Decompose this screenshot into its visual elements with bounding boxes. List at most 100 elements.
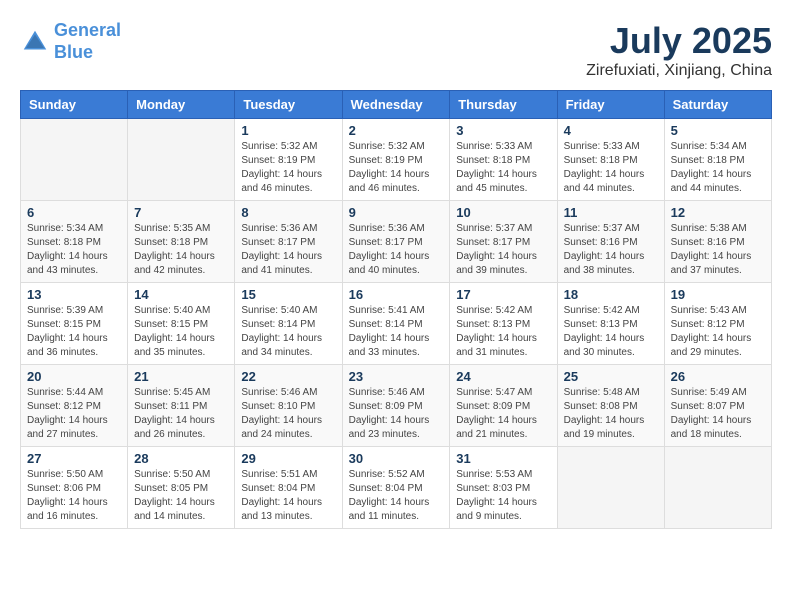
day-content: Sunrise: 5:43 AM Sunset: 8:12 PM Dayligh… [671,304,765,360]
day-number: 10 [456,205,550,220]
calendar-cell: 5Sunrise: 5:34 AM Sunset: 8:18 PM Daylig… [664,119,771,201]
day-content: Sunrise: 5:36 AM Sunset: 8:17 PM Dayligh… [241,222,335,278]
day-number: 4 [564,123,658,138]
day-content: Sunrise: 5:46 AM Sunset: 8:10 PM Dayligh… [241,386,335,442]
calendar-cell: 20 Sunrise: 5:44 AM Sunset: 8:12 PM Dayli… [21,365,128,447]
day-content: Sunrise: 5:37 AM Sunset: 8:17 PM Dayligh… [456,222,550,278]
logo: General Blue [20,20,121,63]
day-content: Sunrise: 5:44 AM Sunset: 8:12 PM Dayligh… [27,386,121,442]
day-content: Sunrise: 5:32 AM Sunset: 8:19 PM Dayligh… [241,140,335,196]
day-number: 30 [349,451,444,466]
day-content: Sunrise: 5:36 AM Sunset: 8:17 PM Dayligh… [349,222,444,278]
calendar-cell: 29Sunrise: 5:51 AM Sunset: 8:04 PM Dayli… [235,447,342,529]
calendar-table: SundayMondayTuesdayWednesdayThursdayFrid… [20,90,772,529]
day-number: 5 [671,123,765,138]
calendar-cell: 7Sunrise: 5:35 AM Sunset: 8:18 PM Daylig… [128,201,235,283]
day-content: Sunrise: 5:42 AM Sunset: 8:13 PM Dayligh… [564,304,658,360]
day-number: 26 [671,369,765,384]
calendar-cell: 9Sunrise: 5:36 AM Sunset: 8:17 PM Daylig… [342,201,450,283]
calendar-cell: 15 Sunrise: 5:40 AM Sunset: 8:14 PM Dayli… [235,283,342,365]
calendar-week-row: 1 Sunrise: 5:32 AM Sunset: 8:19 PM Daylig… [21,119,772,201]
day-number: 11 [564,205,658,220]
calendar-cell [21,119,128,201]
month-title: July 2025 [586,20,772,62]
calendar-cell [557,447,664,529]
calendar-week-row: 27 Sunrise: 5:50 AM Sunset: 8:06 PM Dayli… [21,447,772,529]
day-number: 17 [456,287,550,302]
day-number: 21 [134,369,228,384]
day-content: Sunrise: 5:32 AM Sunset: 8:19 PM Dayligh… [349,140,444,196]
day-number: 23 [349,369,444,384]
calendar-cell: 22Sunrise: 5:46 AM Sunset: 8:10 PM Dayli… [235,365,342,447]
calendar-cell: 25 Sunrise: 5:48 AM Sunset: 8:08 PM Dayli… [557,365,664,447]
calendar-cell [664,447,771,529]
calendar-cell: 18 Sunrise: 5:42 AM Sunset: 8:13 PM Dayli… [557,283,664,365]
day-number: 15 [241,287,335,302]
day-header-friday: Friday [557,91,664,119]
day-content: Sunrise: 5:48 AM Sunset: 8:08 PM Dayligh… [564,386,658,442]
logo-icon [20,27,50,57]
day-number: 18 [564,287,658,302]
day-header-saturday: Saturday [664,91,771,119]
calendar-cell: 6 Sunrise: 5:34 AM Sunset: 8:18 PM Daylig… [21,201,128,283]
page-header: General Blue July 2025 Zirefuxiati, Xinj… [20,20,772,80]
day-number: 25 [564,369,658,384]
day-content: Sunrise: 5:33 AM Sunset: 8:18 PM Dayligh… [456,140,550,196]
calendar-cell: 26 Sunrise: 5:49 AM Sunset: 8:07 PM Dayli… [664,365,771,447]
day-content: Sunrise: 5:40 AM Sunset: 8:15 PM Dayligh… [134,304,228,360]
day-content: Sunrise: 5:47 AM Sunset: 8:09 PM Dayligh… [456,386,550,442]
day-content: Sunrise: 5:40 AM Sunset: 8:14 PM Dayligh… [241,304,335,360]
location: Zirefuxiati, Xinjiang, China [586,62,772,80]
calendar-cell: 27 Sunrise: 5:50 AM Sunset: 8:06 PM Dayli… [21,447,128,529]
calendar-cell: 14 Sunrise: 5:40 AM Sunset: 8:15 PM Dayli… [128,283,235,365]
day-number: 1 [241,123,335,138]
day-number: 12 [671,205,765,220]
day-content: Sunrise: 5:37 AM Sunset: 8:16 PM Dayligh… [564,222,658,278]
calendar-cell: 10 Sunrise: 5:37 AM Sunset: 8:17 PM Dayli… [450,201,557,283]
day-content: Sunrise: 5:33 AM Sunset: 8:18 PM Dayligh… [564,140,658,196]
day-number: 6 [27,205,121,220]
day-header-sunday: Sunday [21,91,128,119]
day-content: Sunrise: 5:50 AM Sunset: 8:06 PM Dayligh… [27,468,121,524]
calendar-cell: 23 Sunrise: 5:46 AM Sunset: 8:09 PM Dayli… [342,365,450,447]
day-content: Sunrise: 5:51 AM Sunset: 8:04 PM Dayligh… [241,468,335,524]
day-number: 20 [27,369,121,384]
calendar-cell: 13Sunrise: 5:39 AM Sunset: 8:15 PM Dayli… [21,283,128,365]
calendar-cell: 17 Sunrise: 5:42 AM Sunset: 8:13 PM Dayli… [450,283,557,365]
day-content: Sunrise: 5:42 AM Sunset: 8:13 PM Dayligh… [456,304,550,360]
day-content: Sunrise: 5:45 AM Sunset: 8:11 PM Dayligh… [134,386,228,442]
calendar-week-row: 20 Sunrise: 5:44 AM Sunset: 8:12 PM Dayli… [21,365,772,447]
calendar-cell: 4 Sunrise: 5:33 AM Sunset: 8:18 PM Daylig… [557,119,664,201]
calendar-cell: 3 Sunrise: 5:33 AM Sunset: 8:18 PM Daylig… [450,119,557,201]
calendar-cell: 12 Sunrise: 5:38 AM Sunset: 8:16 PM Dayli… [664,201,771,283]
day-content: Sunrise: 5:50 AM Sunset: 8:05 PM Dayligh… [134,468,228,524]
calendar-week-row: 13Sunrise: 5:39 AM Sunset: 8:15 PM Dayli… [21,283,772,365]
day-number: 14 [134,287,228,302]
day-number: 8 [241,205,335,220]
day-content: Sunrise: 5:38 AM Sunset: 8:16 PM Dayligh… [671,222,765,278]
calendar-cell: 28Sunrise: 5:50 AM Sunset: 8:05 PM Dayli… [128,447,235,529]
day-header-tuesday: Tuesday [235,91,342,119]
title-block: July 2025 Zirefuxiati, Xinjiang, China [586,20,772,80]
day-content: Sunrise: 5:35 AM Sunset: 8:18 PM Dayligh… [134,222,228,278]
day-content: Sunrise: 5:53 AM Sunset: 8:03 PM Dayligh… [456,468,550,524]
day-number: 13 [27,287,121,302]
day-content: Sunrise: 5:46 AM Sunset: 8:09 PM Dayligh… [349,386,444,442]
day-number: 3 [456,123,550,138]
day-content: Sunrise: 5:34 AM Sunset: 8:18 PM Dayligh… [27,222,121,278]
day-header-wednesday: Wednesday [342,91,450,119]
logo-text: General Blue [54,20,121,63]
calendar-cell: 24 Sunrise: 5:47 AM Sunset: 8:09 PM Dayli… [450,365,557,447]
calendar-cell: 11 Sunrise: 5:37 AM Sunset: 8:16 PM Dayli… [557,201,664,283]
day-number: 27 [27,451,121,466]
calendar-cell: 21 Sunrise: 5:45 AM Sunset: 8:11 PM Dayli… [128,365,235,447]
day-content: Sunrise: 5:49 AM Sunset: 8:07 PM Dayligh… [671,386,765,442]
calendar-cell: 1 Sunrise: 5:32 AM Sunset: 8:19 PM Daylig… [235,119,342,201]
day-content: Sunrise: 5:52 AM Sunset: 8:04 PM Dayligh… [349,468,444,524]
day-header-monday: Monday [128,91,235,119]
calendar-week-row: 6 Sunrise: 5:34 AM Sunset: 8:18 PM Daylig… [21,201,772,283]
calendar-cell: 2Sunrise: 5:32 AM Sunset: 8:19 PM Daylig… [342,119,450,201]
day-number: 24 [456,369,550,384]
calendar-header-row: SundayMondayTuesdayWednesdayThursdayFrid… [21,91,772,119]
day-number: 16 [349,287,444,302]
